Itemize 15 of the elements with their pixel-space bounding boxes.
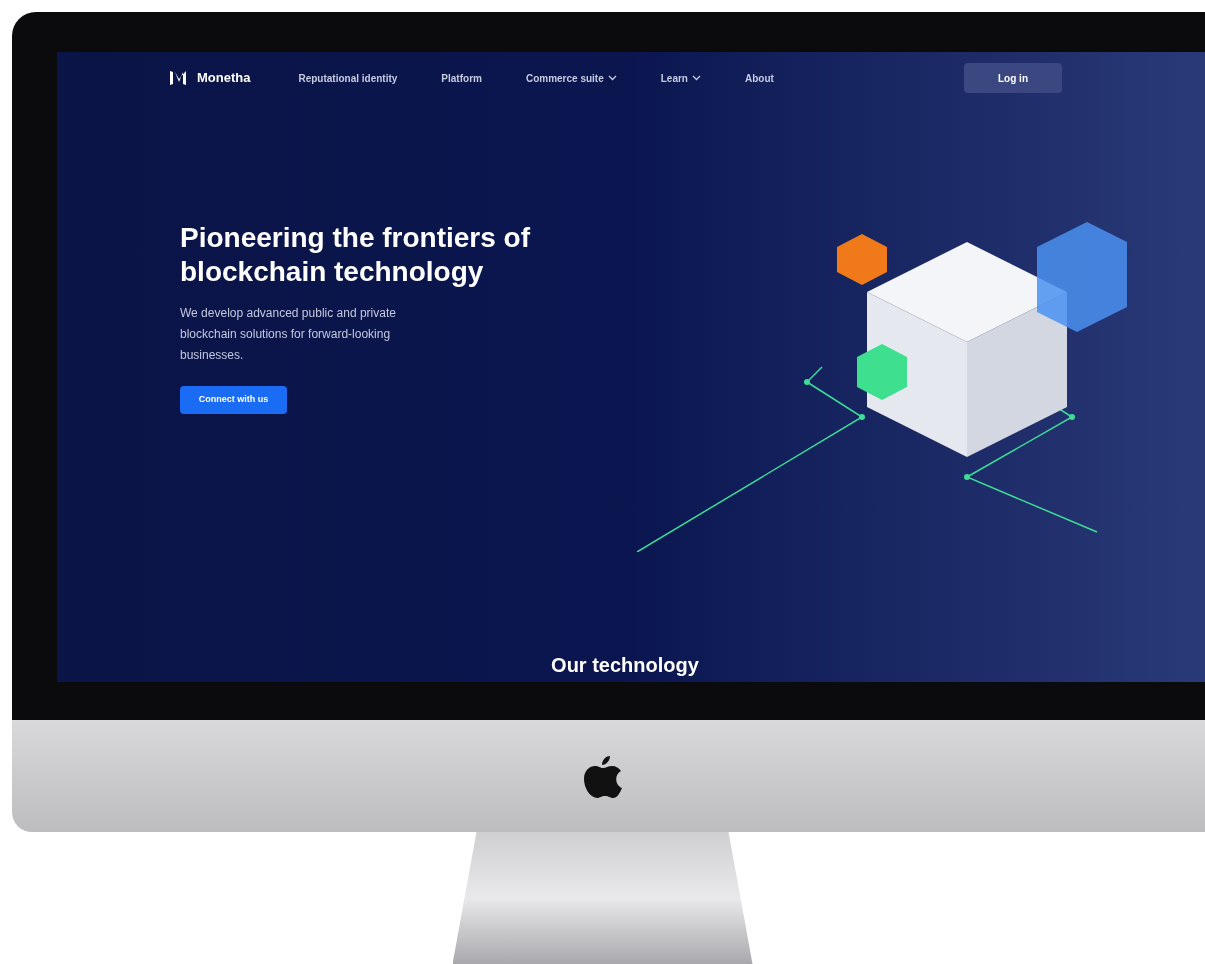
hero-description: We develop advanced public and private blockchain solutions for forward-looking businesses. [180, 305, 397, 364]
chevron-down-icon [607, 75, 617, 81]
nav-link[interactable]: About [744, 70, 774, 86]
login-button[interactable]: Log in [964, 63, 1062, 93]
brand-name: Monetha [197, 69, 251, 88]
logo-icon [169, 69, 189, 87]
nav-link[interactable]: Commerce suite [525, 70, 617, 86]
nav-link[interactable]: Platform [441, 70, 482, 86]
nav-link[interactable]: Reputational identity [298, 70, 398, 86]
apple-icon [583, 754, 622, 798]
section-title: Our technology [551, 653, 699, 678]
nav-link[interactable]: Learn [660, 70, 701, 86]
chevron-down-icon [691, 75, 701, 81]
connect-button[interactable]: Connect with us [180, 386, 287, 414]
hero-title: Pioneering the frontiers of blockchain technology [180, 221, 532, 289]
